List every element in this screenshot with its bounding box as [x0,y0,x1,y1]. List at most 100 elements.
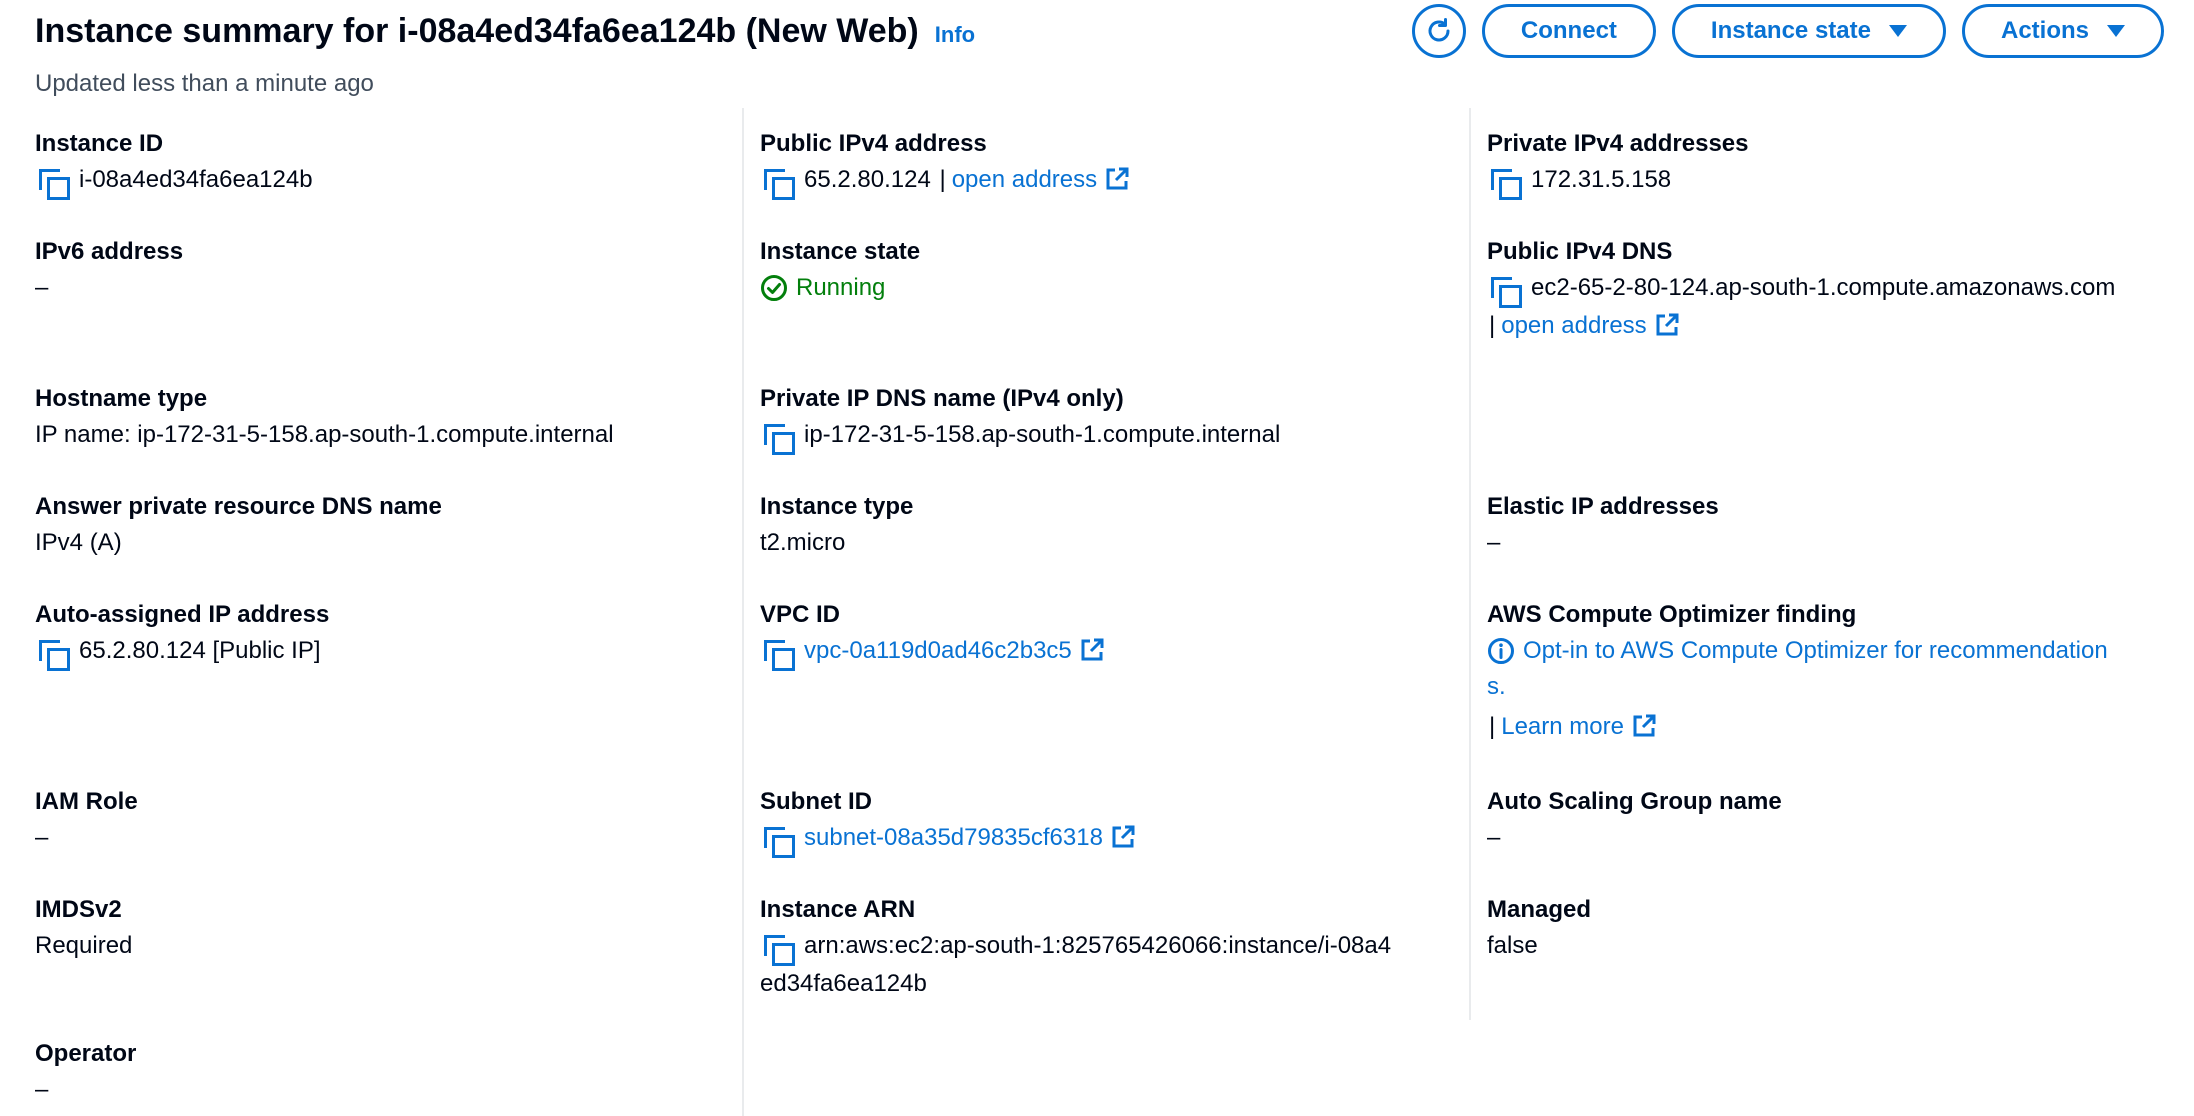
instance-state-label: Instance state [1710,17,1871,44]
instance-id-value: i-08a4ed34fa6ea124b [79,166,313,193]
copy-icon[interactable] [35,166,70,200]
copy-icon[interactable] [760,932,795,966]
public-ipv4-value: 65.2.80.124 [804,166,931,193]
details-grid: Instance ID i-08a4ed34fa6ea124b IPv6 add… [0,108,2194,1116]
field-label: IMDSv2 [35,896,122,923]
column-divider [1469,108,1471,1020]
private-dns-value: ip-172-31-5-158.ap-south-1.compute.inter… [804,421,1281,448]
instance-arn-value-line2: ed34fa6ea124b [760,970,927,997]
field-instance-id: Instance ID i-08a4ed34fa6ea124b [35,128,735,200]
field-label: IPv6 address [35,238,184,265]
field-label: Public IPv4 DNS [1487,238,1673,265]
field-asg-name: Auto Scaling Group name – [1487,786,2177,856]
actions-dropdown[interactable]: Actions [1961,4,2164,58]
copy-icon[interactable] [760,824,795,858]
copy-icon[interactable] [760,637,795,671]
actions-label: Actions [2000,17,2089,44]
elastic-ip-value: – [1487,529,1501,556]
instance-arn-value-line1: arn:aws:ec2:ap-south-1:825765426066:inst… [804,932,1392,959]
field-label: Operator [35,1040,137,1067]
field-label: Answer private resource DNS name [35,493,442,520]
field-vpc-id: VPC ID vpc-0a119d0ad46c2b3c5 [760,599,1460,671]
field-label: Managed [1487,896,1592,923]
field-optimizer: AWS Compute Optimizer finding Opt-in to … [1487,599,2177,745]
field-label: AWS Compute Optimizer finding [1487,601,1857,628]
field-auto-ip: Auto-assigned IP address 65.2.80.124 [Pu… [35,599,735,671]
field-operator: Operator – [35,1038,735,1108]
public-dns-value: ec2-65-2-80-124.ap-south-1.compute.amazo… [1531,274,2116,301]
field-subnet-id: Subnet ID subnet-08a35d79835cf6318 [760,786,1460,858]
field-private-dns: Private IP DNS name (IPv4 only) ip-172-3… [760,383,1460,455]
field-private-ipv4: Private IPv4 addresses 172.31.5.158 [1487,128,2177,200]
vpc-id-link[interactable]: vpc-0a119d0ad46c2b3c5 [804,637,1072,664]
details-column-2: Public IPv4 address 65.2.80.124 | open ad… [760,108,1460,1116]
copy-icon[interactable] [1487,274,1522,308]
field-elastic-ip: Elastic IP addresses – [1487,491,2177,561]
updated-text: Updated less than a minute ago [35,70,374,97]
field-label: Auto Scaling Group name [1487,788,1782,815]
copy-icon[interactable] [35,637,70,671]
field-public-dns: Public IPv4 DNS ec2-65-2-80-124.ap-south… [1487,236,2177,344]
separator: | [1489,312,1496,339]
details-column-3: Private IPv4 addresses 172.31.5.158 Publ… [1487,108,2177,1116]
field-answer-dns: Answer private resource DNS name IPv4 (A… [35,491,735,561]
managed-value: false [1487,932,1538,959]
optimizer-opt-in-link[interactable]: Opt-in to AWS Compute Optimizer for reco… [1523,633,2108,669]
external-link-icon[interactable] [1105,167,1129,191]
details-column-1: Instance ID i-08a4ed34fa6ea124b IPv6 add… [35,108,735,1116]
info-link[interactable]: Info [935,22,975,48]
field-label: IAM Role [35,788,138,815]
column-divider [742,108,744,1116]
field-label: Subnet ID [760,788,872,815]
learn-more-link[interactable]: Learn more [1501,713,1624,740]
external-link-icon[interactable] [1655,313,1679,337]
instance-state-value: Running [796,274,886,301]
field-instance-type: Instance type t2.micro [760,491,1460,561]
open-address-link[interactable]: open address [1501,312,1646,339]
instance-state-dropdown[interactable]: Instance state [1671,4,1946,58]
header-actions: Connect Instance state Actions [1411,4,2164,58]
ipv6-value: – [35,274,49,301]
field-label: Private IPv4 addresses [1487,130,1749,157]
field-label: Instance type [760,493,914,520]
external-link-icon[interactable] [1080,638,1104,662]
field-ipv6: IPv6 address – [35,236,735,306]
open-address-link[interactable]: open address [952,166,1097,193]
field-label: Auto-assigned IP address [35,601,330,628]
field-instance-state: Instance state Running [760,236,1460,306]
optimizer-opt-in-link-wrap[interactable]: s. [1487,669,2177,705]
field-label: Hostname type [35,385,208,412]
refresh-icon [1428,18,1450,42]
field-managed: Managed false [1487,894,2177,964]
check-circle-icon [761,275,787,301]
caret-down-icon [2107,25,2125,37]
info-circle-icon [1488,638,1514,664]
field-public-ipv4: Public IPv4 address 65.2.80.124 | open ad… [760,128,1460,200]
copy-icon[interactable] [760,166,795,200]
field-label: Public IPv4 address [760,130,987,157]
connect-label: Connect [1520,17,1617,44]
caret-down-icon [1888,25,1907,37]
iam-role-value: – [35,824,49,851]
subnet-id-link[interactable]: subnet-08a35d79835cf6318 [804,824,1103,851]
connect-button[interactable]: Connect [1481,4,1656,58]
asg-name-value: – [1487,824,1501,851]
field-label: Instance ID [35,130,164,157]
copy-icon[interactable] [1487,166,1522,200]
answer-dns-value: IPv4 (A) [35,529,122,556]
auto-ip-value: 65.2.80.124 [Public IP] [79,637,321,664]
field-label: Elastic IP addresses [1487,493,1719,520]
field-label: Private IP DNS name (IPv4 only) [760,385,1124,412]
field-imdsv2: IMDSv2 Required [35,894,735,964]
external-link-icon[interactable] [1632,714,1656,738]
copy-icon[interactable] [760,421,795,455]
field-label: VPC ID [760,601,841,628]
field-label: Instance state [760,238,921,265]
field-iam-role: IAM Role – [35,786,735,856]
refresh-button[interactable] [1411,4,1466,58]
hostname-type-value: IP name: ip-172-31-5-158.ap-south-1.comp… [35,421,614,448]
separator: | [1489,713,1496,740]
external-link-icon[interactable] [1111,825,1135,849]
operator-value: – [35,1076,49,1103]
field-instance-arn: Instance ARN arn:aws:ec2:ap-south-1:8257… [760,894,1460,1002]
